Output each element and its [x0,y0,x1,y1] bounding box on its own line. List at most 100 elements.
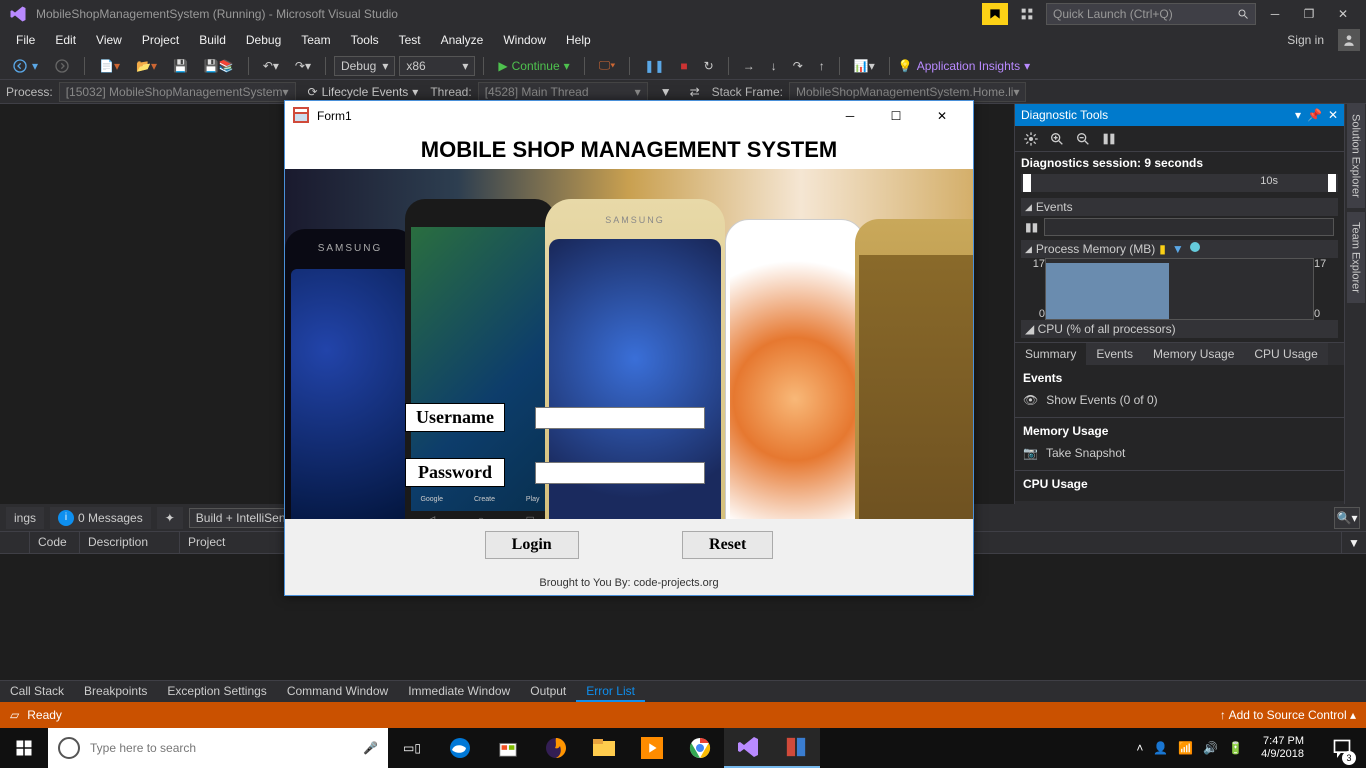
chrome-icon[interactable] [676,728,724,768]
store-icon[interactable] [484,728,532,768]
process-combo[interactable]: [15032] MobileShopManagementSystem▾ [59,82,296,102]
notification-flag-icon[interactable] [982,3,1008,25]
password-input[interactable] [535,462,705,484]
take-snapshot-link[interactable]: 📷Take Snapshot [1023,442,1336,464]
nav-fwd-button[interactable] [48,56,76,76]
show-next-stmt-button[interactable]: → [737,57,761,75]
intellisense-icon[interactable]: ✦ [157,507,183,529]
panel-pin-icon[interactable]: 📌 [1307,108,1322,122]
action-center-icon[interactable]: 3 [1322,728,1362,768]
tab-breakpoints[interactable]: Breakpoints [74,681,157,702]
redo-button[interactable]: ↷▾ [289,57,317,75]
tab-immediate-window[interactable]: Immediate Window [398,681,520,702]
taskbar-search-input[interactable]: Type here to search 🎤 [48,728,388,768]
diag-tab-memory[interactable]: Memory Usage [1143,343,1244,365]
menu-build[interactable]: Build [189,30,236,50]
menu-debug[interactable]: Debug [236,30,291,50]
diag-timeline[interactable]: 10s [1021,174,1338,192]
save-button[interactable]: 💾 [167,57,194,75]
menu-tools[interactable]: Tools [341,30,389,50]
source-control-button[interactable]: ↑ Add to Source Control ▴ [1220,708,1356,722]
tab-exception-settings[interactable]: Exception Settings [157,681,276,702]
firefox-icon[interactable] [532,728,580,768]
cpu-section-header[interactable]: ◢ CPU (% of all processors) [1021,320,1338,338]
form1-close-button[interactable]: ✕ [919,101,965,131]
sidebar-solution-explorer[interactable]: Solution Explorer [1347,104,1365,208]
show-events-link[interactable]: 👁Show Events (0 of 0) [1023,389,1336,411]
err-col-code[interactable]: Code [30,532,80,553]
menu-file[interactable]: File [6,30,45,50]
reset-button[interactable]: Reset [682,531,773,559]
tab-callstack[interactable]: Call Stack [0,681,74,702]
pause-button[interactable]: ❚❚ [638,57,670,75]
menu-project[interactable]: Project [132,30,189,50]
username-input[interactable] [535,407,705,429]
lifecycle-button[interactable]: ⟳ Lifecycle Events ▾ [302,83,425,101]
file-explorer-icon[interactable] [580,728,628,768]
app-insights-button[interactable]: 💡 Application Insights ▾ [898,59,1030,73]
browser-link-button[interactable]: 🖵▾ [593,56,622,75]
form1-maximize-button[interactable]: ☐ [873,101,919,131]
open-file-button[interactable]: 📂▾ [130,57,163,75]
menu-edit[interactable]: Edit [45,30,86,50]
quick-launch-input[interactable]: Quick Launch (Ctrl+Q) [1046,3,1256,25]
tab-command-window[interactable]: Command Window [277,681,398,702]
tray-up-icon[interactable]: ˄ [1136,741,1143,755]
menu-window[interactable]: Window [493,30,556,50]
task-view-icon[interactable]: ▭▯ [388,728,436,768]
platform-combo[interactable]: x86▾ [399,56,475,76]
visual-studio-icon[interactable] [724,728,772,768]
menu-team[interactable]: Team [291,30,340,50]
diag-tools-button[interactable]: 📊▾ [848,57,881,75]
login-button[interactable]: Login [485,531,579,559]
zoom-in-icon[interactable] [1049,131,1065,147]
step-out-button[interactable]: ↑ [813,57,831,75]
new-project-button[interactable]: 📄▾ [93,57,126,75]
stop-button[interactable]: ■ [674,57,693,75]
movies-icon[interactable] [628,728,676,768]
tab-output[interactable]: Output [520,681,576,702]
stackframe-combo[interactable]: MobileShopManagementSystem.Home.li▾ [789,82,1026,102]
form1-minimize-button[interactable]: ─ [827,101,873,131]
network-icon[interactable]: 📶 [1178,741,1193,755]
thread-swap-icon[interactable]: ⇄ [684,83,706,101]
panel-dropdown-icon[interactable]: ▾ [1295,108,1301,122]
minimize-button[interactable]: ─ [1260,3,1290,25]
battery-icon[interactable]: 🔋 [1228,741,1243,755]
sidebar-team-explorer[interactable]: Team Explorer [1347,212,1365,303]
step-over-button[interactable]: ↷ [787,57,809,75]
mic-icon[interactable]: 🎤 [363,741,378,755]
diag-tab-summary[interactable]: Summary [1015,343,1086,365]
diag-settings-icon[interactable] [1023,131,1039,147]
signin-link[interactable]: Sign in [1279,30,1332,50]
menu-view[interactable]: View [86,30,132,50]
form1-titlebar[interactable]: Form1 ─ ☐ ✕ [285,101,973,131]
restart-button[interactable]: ↻ [698,57,720,75]
process-memory-header[interactable]: ◢Process Memory (MB) ▮▼ [1021,240,1338,258]
thread-filter-icon[interactable]: ▼ [654,83,678,101]
continue-button[interactable]: ▶ Continue ▾ [492,57,575,75]
warnings-filter-button[interactable]: ings [6,507,44,529]
zoom-out-icon[interactable] [1075,131,1091,147]
menu-help[interactable]: Help [556,30,601,50]
events-pause-icon[interactable]: ▮▮ [1025,220,1038,234]
nav-back-button[interactable]: ▾ [6,56,44,76]
messages-filter-button[interactable]: i0 Messages [50,507,151,529]
diag-tab-cpu[interactable]: CPU Usage [1244,343,1327,365]
menu-analyze[interactable]: Analyze [431,30,494,50]
tab-error-list[interactable]: Error List [576,681,645,702]
volume-icon[interactable]: 🔊 [1203,741,1218,755]
err-col-icon[interactable] [0,532,30,553]
events-section-header[interactable]: ◢Events [1021,198,1338,216]
diag-tab-events[interactable]: Events [1086,343,1143,365]
thread-combo[interactable]: [4528] Main Thread▾ [478,82,648,102]
panel-close-icon[interactable]: ✕ [1328,108,1338,122]
edge-icon[interactable] [436,728,484,768]
save-all-button[interactable]: 💾📚 [198,57,240,75]
step-into-button[interactable]: ↓ [765,57,783,75]
undo-button[interactable]: ↶▾ [257,57,285,75]
config-combo[interactable]: Debug▾ [334,56,395,76]
clock[interactable]: 7:47 PM 4/9/2018 [1253,735,1312,761]
err-col-desc[interactable]: Description [80,532,180,553]
start-button[interactable] [0,728,48,768]
